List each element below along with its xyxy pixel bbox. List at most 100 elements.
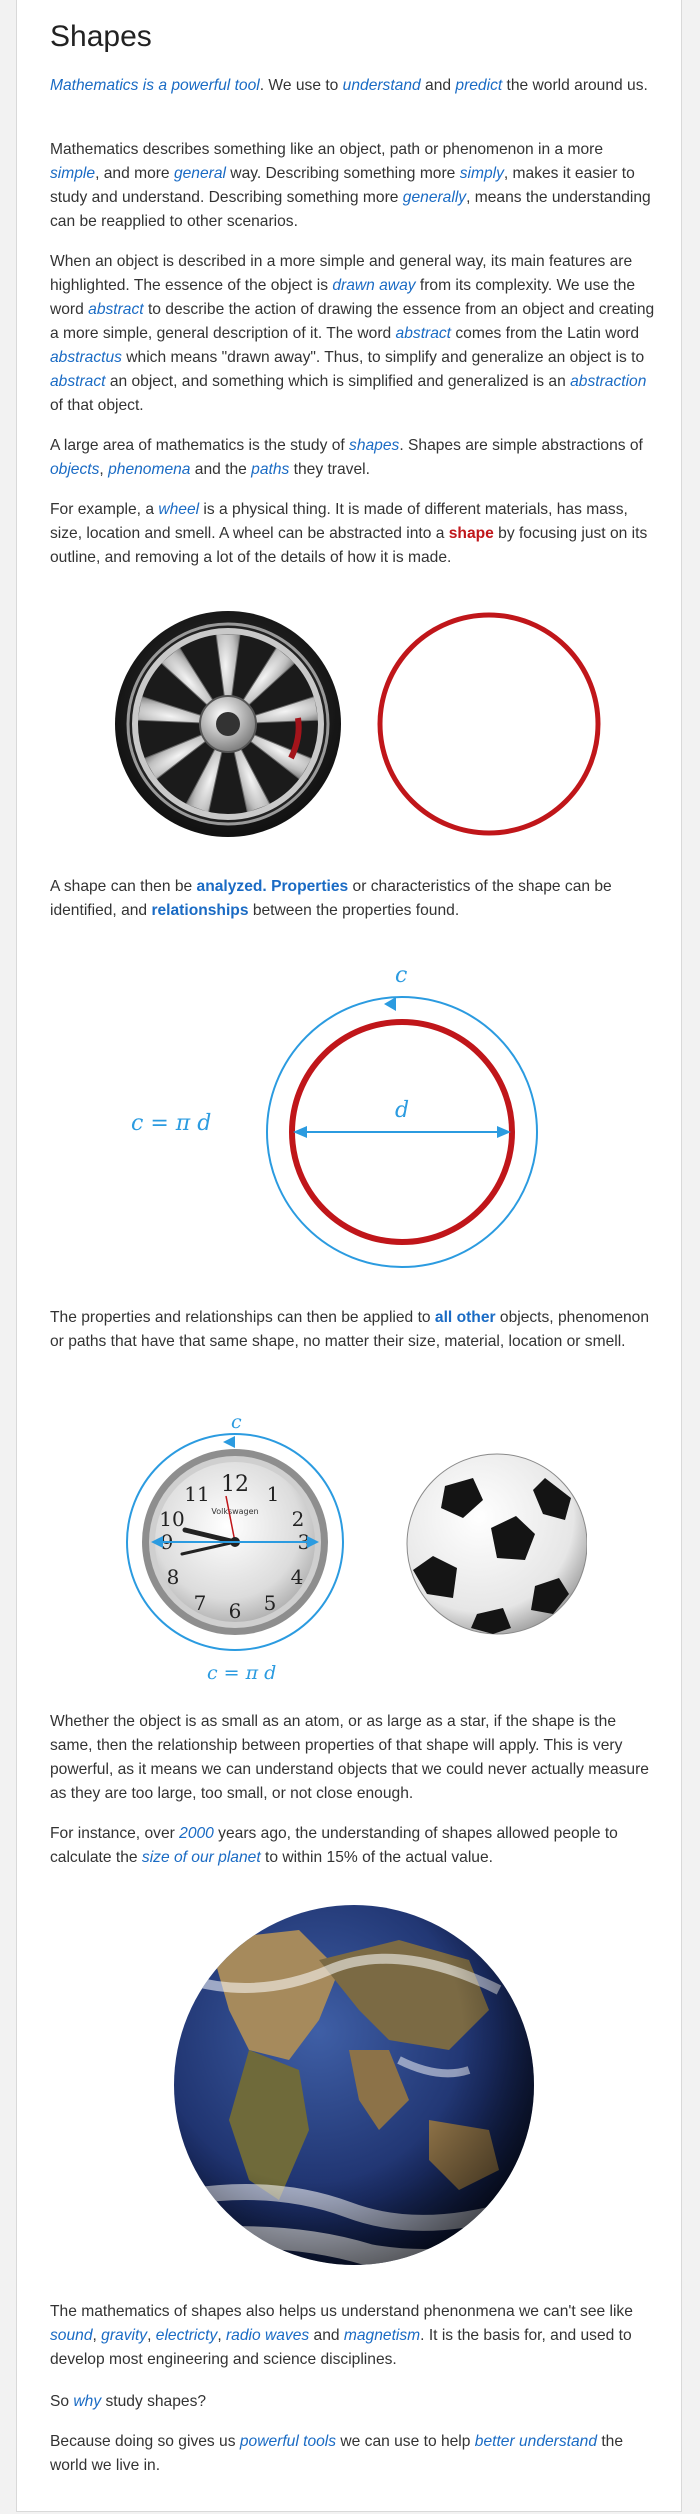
text: For instance, over [50,1825,180,1842]
wheel-to-circle-figure [115,611,601,837]
text: . We use to [259,77,343,94]
clock-circumference-arrow [223,1436,235,1448]
clock-number: 11 [184,1482,209,1506]
link-abstractus[interactable]: abstractus [50,349,122,366]
text: and [309,2327,344,2344]
diameter-arrow-left [293,1126,307,1138]
text: way. Describing something more [225,165,460,182]
link-magnetism[interactable]: magnetism [344,2327,420,2344]
paragraph-phenomena: The mathematics of shapes also helps us … [50,2300,655,2372]
text: . Shapes are simple abstractions of [399,437,643,454]
link-abstraction[interactable]: abstraction [570,373,646,390]
paragraph-planet: For instance, over 2000 years ago, the u… [50,1822,655,1870]
clock-and-ball-figure: c 12 1 2 3 4 5 6 7 8 9 10 11 Volkswagen [126,1411,587,1684]
link-drawn-away[interactable]: drawn away [332,277,415,294]
link-gravity[interactable]: gravity [101,2327,147,2344]
properties-keyword: Properties [271,878,349,895]
relationships-keyword: relationships [151,902,249,919]
paragraph-shapes: A large area of mathematics is the study… [50,434,655,482]
clock-number: 8 [167,1565,180,1589]
link-objects[interactable]: objects [50,461,99,478]
clock-number: 6 [229,1599,242,1623]
clock-c-label: c [231,1411,242,1433]
text: A shape can then be [50,878,197,895]
clock-number: 10 [159,1507,184,1531]
clock-number: 4 [291,1565,304,1589]
text: they travel. [289,461,370,478]
d-label: d [395,1098,409,1123]
link-understand[interactable]: understand [343,77,421,94]
link-size-of-planet[interactable]: size of our planet [142,1849,261,1866]
link-powerful-tools[interactable]: powerful tools [240,2433,336,2450]
shape-keyword: shape [448,525,494,542]
paragraph-wheel: For example, a wheel is a physical thing… [50,498,655,570]
paragraph-scale: Whether the object is as small as an ato… [50,1710,655,1806]
soccer-ball-image [406,1453,587,1635]
paragraph-simple-general: Mathematics describes something like an … [50,138,655,234]
clock-brand: Volkswagen [211,1507,258,1516]
all-other-keyword: all other [434,1309,496,1326]
earth-image [174,1905,534,2265]
text: of that object. [50,397,144,414]
text: which means "drawn away". Thus, to simpl… [121,349,645,366]
text: Mathematics describes something like an … [50,141,604,158]
text: we can use to help [336,2433,475,2450]
text: and [420,77,456,94]
link-abstract-2[interactable]: abstract [396,325,451,342]
clock-number: 12 [221,1472,249,1497]
link-abstract[interactable]: abstract [88,301,143,318]
clock-number: 2 [292,1507,305,1531]
text: Because doing so gives us [50,2433,240,2450]
link-general[interactable]: general [174,165,226,182]
paragraph-why: So why study shapes? [50,2390,655,2414]
text: A large area of mathematics is the study… [50,437,350,454]
paragraph-properties: A shape can then be analyzed. Properties… [50,875,655,923]
link-wheel[interactable]: wheel [158,501,199,518]
text: , [147,2327,156,2344]
text: comes from the Latin word [451,325,640,342]
c-label: c [395,963,407,988]
clock-number: 5 [264,1591,277,1615]
abstract-circle-shape [377,612,601,836]
link-abstract-3[interactable]: abstract [50,373,105,390]
link-sound[interactable]: sound [50,2327,93,2344]
text: study shapes? [101,2393,207,2410]
car-wheel-image [115,611,341,837]
diameter-arrow-right [497,1126,511,1138]
link-simply[interactable]: simply [460,165,504,182]
intro-paragraph: Mathematics is a powerful tool. We use t… [50,74,655,98]
link-simple[interactable]: simple [50,165,95,182]
link-powerful-tool[interactable]: Mathematics is a powerful tool [50,77,260,94]
text: For example, a [50,501,159,518]
link-phenomena[interactable]: phenomena [108,461,190,478]
paragraph-conclusion: Because doing so gives us powerful tools… [50,2430,655,2478]
circumference-arrow [384,997,396,1011]
text: an object, and something which is simpli… [105,373,571,390]
link-paths[interactable]: paths [251,461,289,478]
paragraph-apply: The properties and relationships can the… [50,1306,655,1354]
link-electricty[interactable]: electricty [156,2327,218,2344]
text: , [99,461,109,478]
text: The properties and relationships can the… [50,1309,435,1326]
circumference-diameter-diagram: c = π d c d [131,963,538,1268]
link-shapes[interactable]: shapes [349,437,399,454]
text: The mathematics of shapes also helps us … [50,2303,633,2320]
clock-number: 1 [267,1482,280,1506]
link-radio-waves[interactable]: radio waves [226,2327,309,2344]
clock-number: 7 [194,1591,207,1615]
formula-label: c = π d [131,1111,211,1136]
analyzed-keyword: analyzed. [196,878,267,895]
paragraph-abstract: When an object is described in a more si… [50,250,655,418]
text: and the [190,461,252,478]
link-why[interactable]: why [73,2393,101,2410]
page-title: Shapes [50,20,152,53]
link-2000[interactable]: 2000 [179,1825,214,1842]
link-predict[interactable]: predict [455,77,502,94]
text: to within 15% of the actual value. [260,1849,493,1866]
text: Whether the object is as small as an ato… [50,1713,649,1802]
link-better-understand[interactable]: better understand [475,2433,597,2450]
text: the world around us. [502,77,648,94]
clock-formula-label: c = π d [207,1662,276,1684]
link-generally[interactable]: generally [403,189,466,206]
text: So [50,2393,74,2410]
